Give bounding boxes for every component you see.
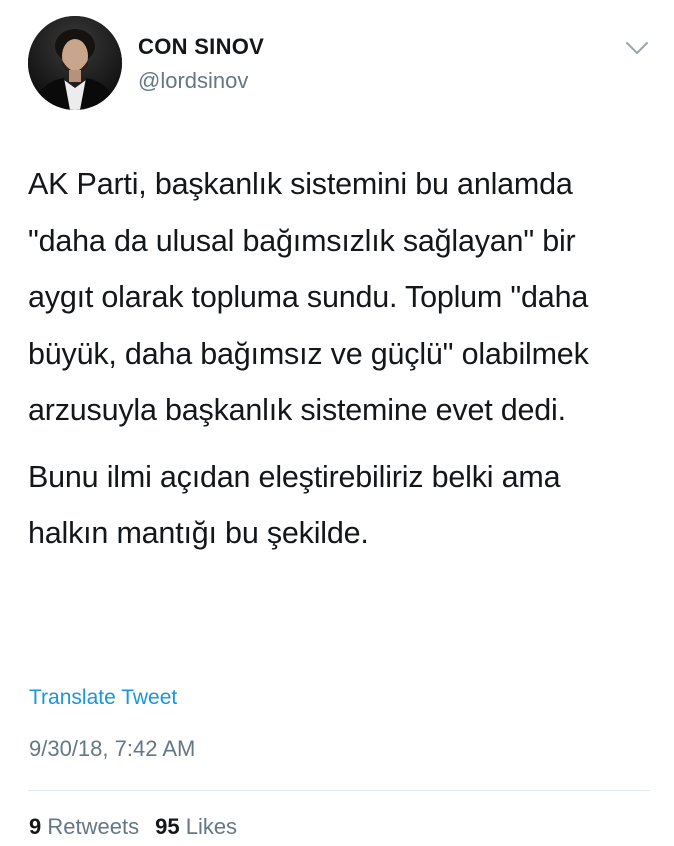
user-handle[interactable]: @lordsinov [138, 68, 248, 94]
tweet-timestamp[interactable]: 9/30/18, 7:42 AM [29, 736, 195, 762]
avatar[interactable] [28, 16, 122, 110]
retweets-label: Retweets [47, 814, 140, 839]
chevron-down-icon[interactable] [622, 36, 652, 60]
tweet-paragraph: AK Parti, başkanlık sistemini bu anlamda… [28, 167, 589, 427]
retweets-stat[interactable]: 9 Retweets [29, 814, 139, 839]
tweet: CON SINOV @lordsinov AK Parti, başkanlık… [0, 0, 674, 846]
display-name[interactable]: CON SINOV [138, 34, 264, 60]
likes-count: 95 [155, 814, 180, 839]
tweet-paragraph: Bunu ilmi açıdan eleştirebiliriz belki a… [28, 459, 561, 551]
divider [28, 790, 650, 791]
translate-tweet-link[interactable]: Translate Tweet [29, 686, 177, 710]
avatar-image [28, 16, 122, 110]
retweets-count: 9 [29, 814, 42, 839]
likes-label: Likes [185, 814, 238, 839]
tweet-stats: 9 Retweets 95 Likes [29, 814, 237, 840]
likes-stat[interactable]: 95 Likes [155, 814, 237, 839]
tweet-text: AK Parti, başkanlık sistemini bu anlamda… [28, 156, 638, 562]
